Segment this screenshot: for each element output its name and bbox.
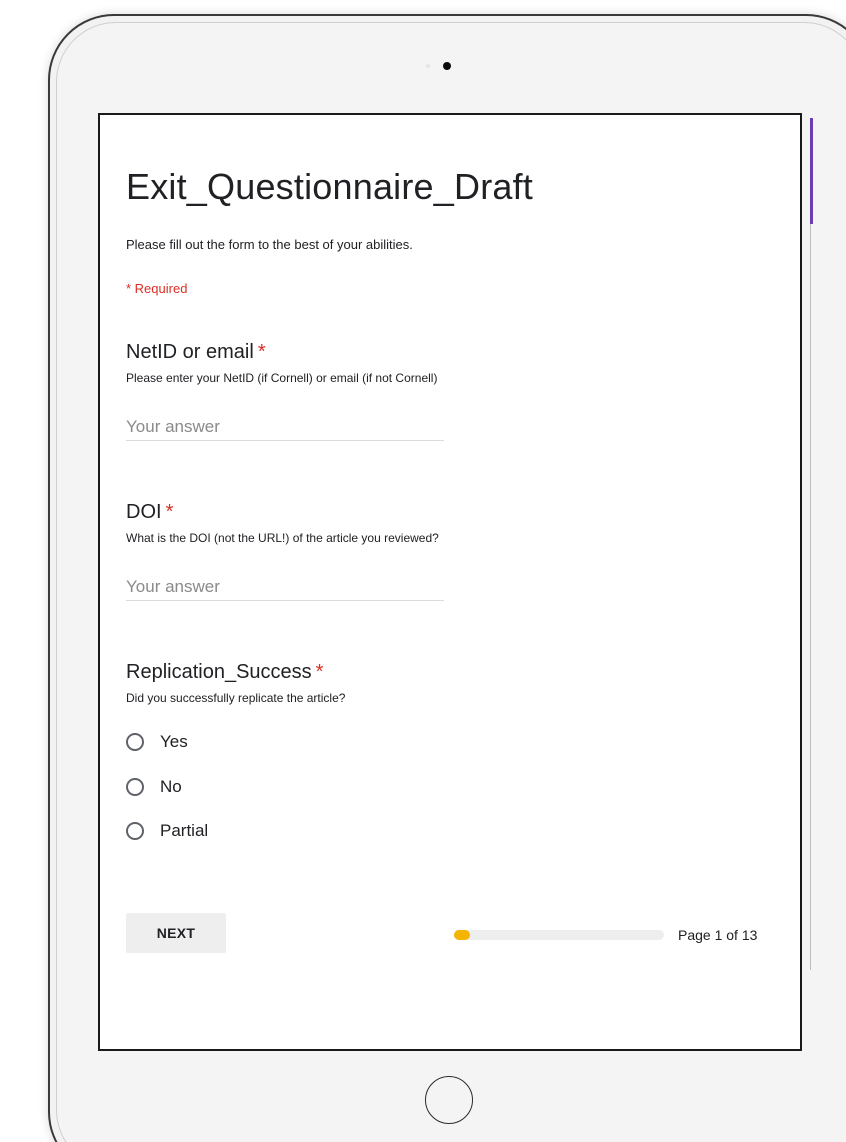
radio-label: Partial: [160, 821, 209, 840]
stage: Exit_Questionnaire_Draft Please fill out…: [0, 0, 846, 1142]
required-asterisk: *: [257, 341, 266, 363]
radio-unchecked-icon[interactable]: [126, 822, 144, 840]
radio-option-partial[interactable]: Partial: [126, 819, 208, 843]
required-asterisk: *: [315, 661, 324, 683]
radio-option-yes[interactable]: Yes: [126, 730, 188, 754]
camera-icon: [443, 62, 451, 70]
screen-accent-bar: [810, 118, 813, 224]
screen: Exit_Questionnaire_Draft Please fill out…: [98, 113, 802, 1051]
question-title-replication: Replication_Success *: [126, 661, 323, 684]
question-title-text: NetID or email: [126, 341, 254, 363]
form-title: Exit_Questionnaire_Draft: [126, 166, 534, 207]
screen-edge: [810, 224, 811, 970]
netid-answer-input[interactable]: [126, 414, 444, 441]
form-card: Exit_Questionnaire_Draft Please fill out…: [100, 115, 800, 1049]
required-note: * Required: [126, 281, 188, 296]
progress-bar: [454, 930, 664, 940]
radio-label: Yes: [160, 732, 188, 751]
doi-answer-input[interactable]: [126, 574, 444, 601]
page-indicator: Page 1 of 13: [678, 927, 758, 943]
sensor-icon: [426, 64, 430, 68]
radio-label: No: [160, 777, 182, 796]
question-title-text: Replication_Success: [126, 661, 312, 683]
radio-unchecked-icon[interactable]: [126, 733, 144, 751]
question-help-netid: Please enter your NetID (if Cornell) or …: [126, 371, 438, 385]
question-title-text: DOI: [126, 501, 162, 523]
form-description: Please fill out the form to the best of …: [126, 237, 413, 252]
next-button[interactable]: NEXT: [126, 913, 226, 953]
progress-bar-fill: [454, 930, 470, 940]
required-asterisk: *: [165, 501, 174, 523]
question-help-replication: Did you successfully replicate the artic…: [126, 691, 346, 705]
radio-unchecked-icon[interactable]: [126, 778, 144, 796]
radio-option-no[interactable]: No: [126, 775, 182, 799]
question-title-doi: DOI *: [126, 501, 173, 524]
question-title-netid: NetID or email *: [126, 341, 266, 364]
home-button-icon[interactable]: [425, 1076, 473, 1124]
question-help-doi: What is the DOI (not the URL!) of the ar…: [126, 531, 439, 545]
